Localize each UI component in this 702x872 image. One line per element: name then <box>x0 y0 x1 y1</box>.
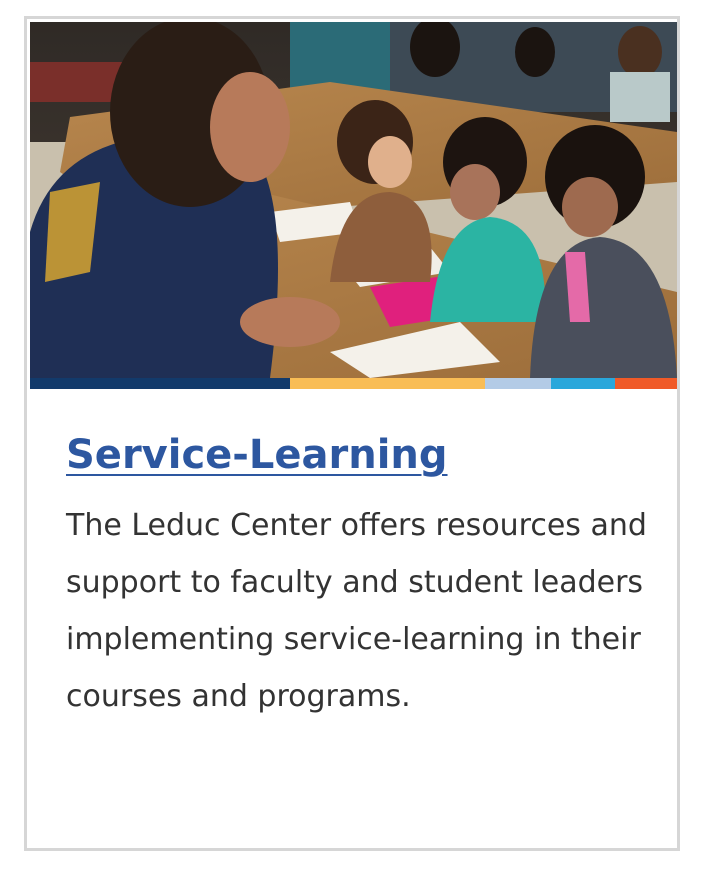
card-description: The Leduc Center offers resources and su… <box>66 508 647 714</box>
color-segment-light-blue <box>485 378 551 389</box>
service-learning-card: Service-Learning The Leduc Center offers… <box>24 16 680 851</box>
photo-classroom-icon <box>30 22 677 378</box>
service-learning-link[interactable]: Service-Learning <box>66 429 448 481</box>
color-segment-cyan <box>551 378 615 389</box>
color-segment-navy <box>30 378 290 389</box>
color-accent-bar <box>30 378 677 389</box>
card-photo <box>30 22 677 378</box>
color-segment-gold <box>290 378 485 389</box>
color-segment-orange <box>615 378 677 389</box>
